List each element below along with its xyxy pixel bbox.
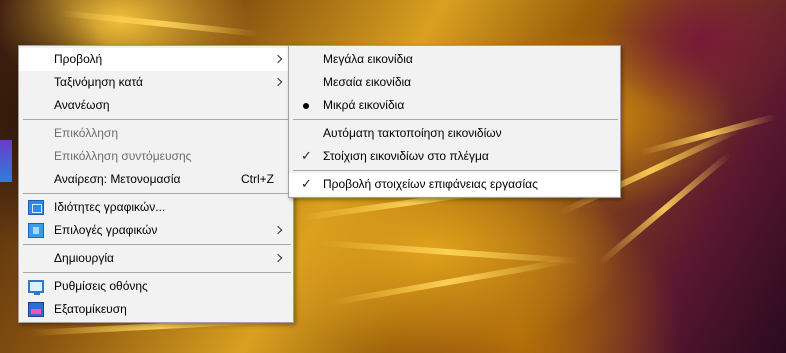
menu-item-label: Ανανέωση — [54, 98, 110, 112]
menu-separator — [23, 272, 291, 273]
checkmark-icon: ✓ — [301, 177, 312, 192]
display-settings-icon — [28, 280, 44, 295]
submenu-item-align-to-grid[interactable]: ✓ Στοίχιση εικονιδίων στο πλέγμα — [289, 145, 620, 168]
menu-item-label: Δημιουργία — [54, 251, 114, 265]
menu-item-paste-shortcut: Επικόλληση συντόμευσης — [19, 145, 293, 168]
menu-item-label: Ρυθμίσεις οθόνης — [54, 279, 148, 293]
menu-separator — [293, 170, 618, 171]
menu-item-display-settings[interactable]: Ρυθμίσεις οθόνης — [19, 275, 293, 298]
menu-item-label: Μεσαία εικονίδια — [323, 75, 412, 89]
submenu-item-large-icons[interactable]: Μεγάλα εικονίδια — [289, 48, 620, 71]
menu-separator — [23, 244, 291, 245]
chevron-right-icon — [273, 253, 283, 263]
menu-item-refresh[interactable]: Ανανέωση — [19, 94, 293, 117]
desktop-icon-edge[interactable] — [0, 140, 12, 182]
menu-item-label: Εξατομίκευση — [54, 302, 127, 316]
radio-bullet-icon — [303, 103, 309, 109]
chevron-right-icon — [273, 225, 283, 235]
menu-item-label: Μεγάλα εικονίδια — [323, 52, 413, 66]
menu-item-label: Μικρά εικονίδια — [323, 98, 405, 112]
menu-item-view[interactable]: Προβολή — [19, 48, 293, 71]
menu-item-personalize[interactable]: Εξατομίκευση — [19, 298, 293, 321]
chevron-right-icon — [273, 77, 283, 87]
graphics-options-icon — [28, 223, 44, 238]
view-submenu: Μεγάλα εικονίδια Μεσαία εικονίδια Μικρά … — [288, 45, 621, 198]
menu-item-label: Επικόλληση — [54, 126, 119, 140]
menu-item-paste: Επικόλληση — [19, 122, 293, 145]
menu-item-new[interactable]: Δημιουργία — [19, 247, 293, 270]
menu-item-label: Επικόλληση συντόμευσης — [54, 149, 192, 163]
submenu-item-auto-arrange[interactable]: Αυτόματη τακτοποίηση εικονιδίων — [289, 122, 620, 145]
menu-separator — [23, 119, 291, 120]
menu-item-label: Προβολή στοιχείων επιφάνειας εργασίας — [323, 177, 538, 191]
wallpaper-decoration — [319, 240, 580, 265]
menu-separator — [293, 119, 618, 120]
desktop-context-menu: Προβολή Ταξινόμηση κατά Ανανέωση Επικόλλ… — [18, 45, 294, 323]
wallpaper-decoration — [329, 258, 567, 306]
menu-item-label: Ιδιότητες γραφικών... — [54, 200, 166, 214]
menu-item-graphics-options[interactable]: Επιλογές γραφικών — [19, 219, 293, 242]
keyboard-shortcut: Ctrl+Z — [241, 172, 274, 186]
checkmark-icon: ✓ — [301, 149, 312, 164]
submenu-item-medium-icons[interactable]: Μεσαία εικονίδια — [289, 71, 620, 94]
wallpaper-decoration — [639, 113, 777, 156]
menu-item-label: Αναίρεση: Μετονομασία — [54, 172, 181, 186]
menu-item-label: Αυτόματη τακτοποίηση εικονιδίων — [323, 126, 502, 140]
menu-item-label: Ταξινόμηση κατά — [54, 75, 143, 89]
menu-item-sort-by[interactable]: Ταξινόμηση κατά — [19, 71, 293, 94]
personalize-icon — [28, 302, 44, 317]
chevron-right-icon — [273, 54, 283, 64]
menu-separator — [23, 193, 291, 194]
menu-item-label: Επιλογές γραφικών — [54, 223, 158, 237]
submenu-item-show-desktop-icons[interactable]: ✓ Προβολή στοιχείων επιφάνειας εργασίας — [289, 173, 620, 196]
menu-item-label: Προβολή — [54, 52, 103, 66]
menu-item-undo-rename[interactable]: Αναίρεση: Μετονομασία Ctrl+Z — [19, 168, 293, 191]
menu-item-label: Στοίχιση εικονιδίων στο πλέγμα — [323, 149, 489, 163]
submenu-item-small-icons[interactable]: Μικρά εικονίδια — [289, 94, 620, 117]
graphics-properties-icon — [28, 200, 44, 215]
menu-item-graphics-properties[interactable]: Ιδιότητες γραφικών... — [19, 196, 293, 219]
wallpaper-decoration — [59, 10, 260, 37]
